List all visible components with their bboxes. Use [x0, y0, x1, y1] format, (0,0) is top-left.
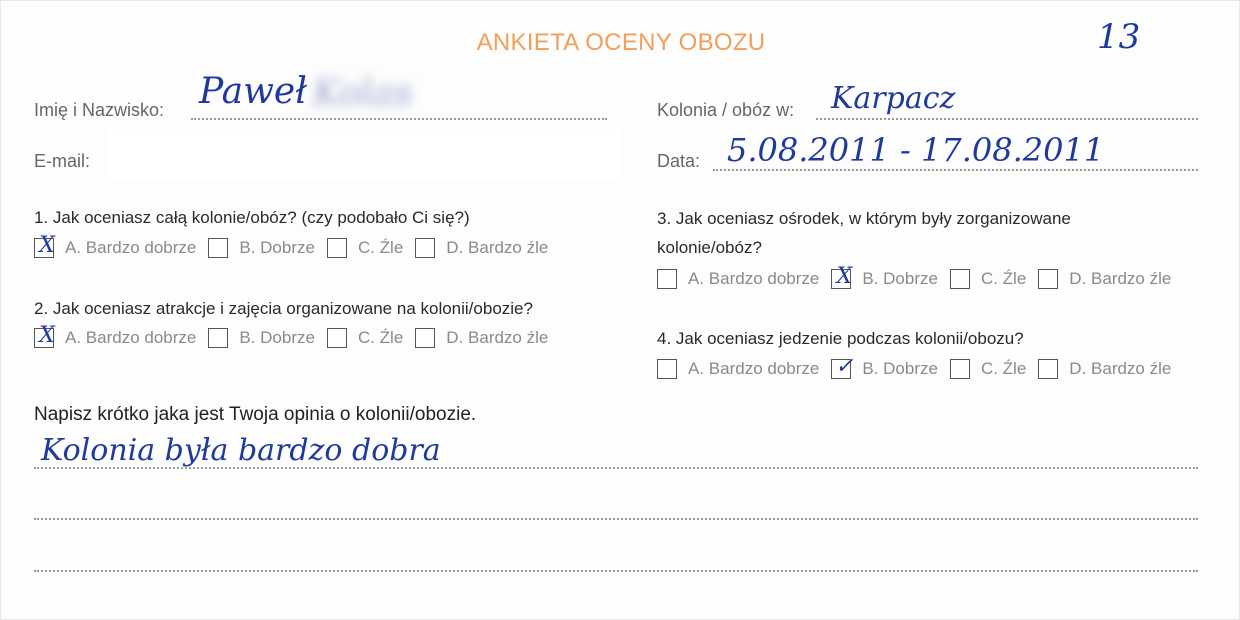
email-redaction[interactable] — [109, 129, 619, 179]
handwritten-number: 13 — [1097, 17, 1141, 57]
opinion-line-2 — [34, 518, 1198, 520]
opinion-answer[interactable]: Kolonia była bardzo dobra — [41, 433, 441, 468]
date-value[interactable]: 5.08.2011 - 17.08.2011 — [727, 131, 1104, 169]
q3-label-a: A. Bardzo dobrze — [688, 269, 820, 288]
q4-label-b: B. Dobrze — [862, 359, 938, 378]
camp-line — [816, 118, 1198, 120]
q2-checkbox-b[interactable] — [208, 328, 229, 348]
q1-checkbox-a[interactable]: X — [34, 233, 55, 258]
q4-label-c: C. Źle — [980, 359, 1027, 378]
q3-label-b: B. Dobrze — [862, 269, 938, 288]
q3-checkbox-c[interactable] — [949, 269, 970, 289]
email-label: E-mail: — [34, 151, 91, 171]
q2-checkbox-a[interactable]: X — [34, 323, 55, 348]
q2-label-b: B. Dobrze — [239, 328, 315, 347]
q3-label-d: D. Bardzo źle — [1069, 269, 1172, 288]
q2-checkbox-d[interactable] — [415, 328, 436, 348]
q1-checkbox-d[interactable] — [415, 238, 436, 258]
q1-label-c: C. Źle — [357, 238, 404, 257]
question-3-text-line1: 3. Jak oceniasz ośrodek, w którym były z… — [657, 209, 1071, 228]
question-4-options: A. Bardzo dobrze ✓ B. Dobrze C. Źle D. B… — [657, 354, 1183, 379]
question-2-options: X A. Bardzo dobrze B. Dobrze C. Źle D. B… — [34, 323, 560, 348]
q4-checkbox-d[interactable] — [1038, 359, 1059, 379]
question-1-text: 1. Jak oceniasz całą kolonie/obóz? (czy … — [34, 208, 470, 227]
date-line — [713, 169, 1198, 171]
camp-value[interactable]: Karpacz — [831, 81, 955, 116]
q2-mark-a: X — [39, 323, 55, 348]
question-3-text-line2: kolonie/obóz? — [657, 238, 762, 257]
name-surname-redacted: Kolas — [313, 73, 413, 114]
survey-card: ANKIETA OCENY OBOZU 13 Imię i Nazwisko: … — [0, 0, 1240, 620]
q3-checkbox-a[interactable] — [657, 269, 677, 289]
name-line — [191, 118, 607, 120]
q2-label-d: D. Bardzo źle — [446, 328, 549, 347]
q2-label-c: C. Źle — [357, 328, 404, 347]
q2-label-a: A. Bardzo dobrze — [65, 328, 197, 347]
name-label: Imię i Nazwisko: — [34, 100, 165, 120]
question-2-text: 2. Jak oceniasz atrakcje i zajęcia organ… — [34, 299, 533, 318]
q3-checkbox-b[interactable]: X — [831, 264, 852, 289]
question-4-text: 4. Jak oceniasz jedzenie podczas kolonii… — [657, 329, 1024, 348]
opinion-title: Napisz krótko jaka jest Twoja opinia o k… — [34, 404, 477, 425]
q3-label-c: C. Źle — [980, 269, 1027, 288]
q1-label-a: A. Bardzo dobrze — [65, 238, 197, 257]
q2-checkbox-c[interactable] — [326, 328, 347, 348]
q4-label-a: A. Bardzo dobrze — [688, 359, 820, 378]
opinion-line-3 — [34, 570, 1198, 572]
q4-checkbox-b[interactable]: ✓ — [831, 354, 854, 379]
q4-label-d: D. Bardzo źle — [1069, 359, 1172, 378]
camp-label: Kolonia / obóz w: — [657, 100, 795, 120]
q3-checkbox-d[interactable] — [1038, 269, 1059, 289]
q1-checkbox-c[interactable] — [326, 238, 347, 258]
q3-mark-b: X — [836, 264, 853, 289]
q1-label-d: D. Bardzo źle — [446, 238, 549, 257]
q1-checkbox-b[interactable] — [208, 238, 229, 258]
question-3-options: A. Bardzo dobrze X B. Dobrze C. Źle D. B… — [657, 264, 1183, 289]
q1-label-b: B. Dobrze — [239, 238, 315, 257]
q4-checkbox-c[interactable] — [949, 359, 970, 379]
opinion-line-1 — [34, 467, 1198, 469]
date-label: Data: — [657, 151, 701, 171]
q4-mark-b: ✓ — [835, 354, 854, 379]
q1-mark-a: X — [39, 233, 55, 258]
name-value[interactable]: Paweł — [199, 71, 307, 112]
form-title: ANKIETA OCENY OBOZU — [476, 29, 766, 56]
q4-checkbox-a[interactable] — [657, 359, 677, 379]
question-1-options: X A. Bardzo dobrze B. Dobrze C. Źle D. B… — [34, 233, 560, 258]
